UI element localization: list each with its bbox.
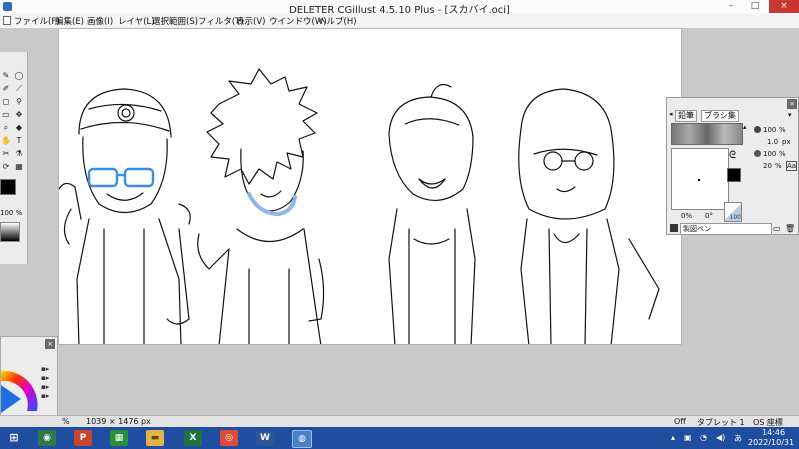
clock-date[interactable]: 2022/10/31 xyxy=(748,438,794,447)
rotate-icon[interactable]: ⟳ xyxy=(0,161,12,173)
ime-indicator[interactable]: あ xyxy=(734,433,742,444)
pressure-curve-icon[interactable]: ᘓ xyxy=(729,150,736,161)
color-panel: × ▪▸ ▪▸ ▪▸ ▪▸ xyxy=(0,336,58,416)
maximize-button[interactable]: □ xyxy=(744,0,766,13)
size-value[interactable]: 1.0 xyxy=(767,138,778,146)
menu-image[interactable]: 画像(I) xyxy=(87,15,113,27)
menu-layer[interactable]: レイヤ(L) xyxy=(118,15,155,27)
menu-selection[interactable]: 選択範囲(S) xyxy=(152,15,198,27)
text-tool-icon[interactable]: T xyxy=(13,135,25,147)
fill-icon[interactable]: ◆ xyxy=(13,122,25,134)
tab-arrow-icon[interactable]: ◂ xyxy=(669,110,673,118)
preview-value: 100 xyxy=(729,214,741,221)
opacity-icon xyxy=(754,126,761,133)
color-wheel[interactable] xyxy=(1,365,39,415)
eraser-icon[interactable]: ◻ xyxy=(0,96,12,108)
density-unit: % xyxy=(775,162,782,170)
drawing-canvas[interactable] xyxy=(58,28,682,345)
antialias-icon[interactable]: Aa xyxy=(786,161,798,171)
doc-icon xyxy=(3,16,11,25)
opacity-unit-2: % xyxy=(779,150,786,158)
zoom-icon[interactable]: ⌕ xyxy=(0,122,12,134)
opacity-icon-2 xyxy=(754,150,761,157)
hand-icon[interactable]: ✋ xyxy=(0,135,12,147)
excel-icon[interactable]: X xyxy=(184,430,202,446)
zoom-percent: % xyxy=(62,417,70,426)
foreground-color[interactable] xyxy=(0,179,16,195)
canvas-size: 1039 × 1476 px xyxy=(86,417,151,426)
opacity-unit-1: % xyxy=(779,126,786,134)
powerpoint-icon[interactable]: P xyxy=(74,430,92,446)
wifi-icon[interactable]: ◔ xyxy=(700,433,707,442)
store-icon[interactable]: ▦ xyxy=(110,430,128,446)
tab-pencil[interactable]: 鉛筆 xyxy=(675,110,697,122)
brush-panel: × ◂ 鉛筆 ブラシ集 ▾ ▴ 100 % 1.0 px ᘓ 100 % 20 … xyxy=(666,97,799,235)
cut-icon[interactable]: ✂ xyxy=(0,148,12,160)
eyedrop-icon[interactable]: ⚗ xyxy=(13,148,25,160)
opacity-value-1[interactable]: 100 xyxy=(763,126,776,134)
pencil-icon[interactable]: ✐ xyxy=(0,83,12,95)
brush-color-swatch[interactable] xyxy=(727,168,741,182)
opacity-readout: 100 % xyxy=(0,209,23,217)
word-icon[interactable]: W xyxy=(256,430,274,446)
browser-icon[interactable]: ◉ xyxy=(38,430,56,446)
menu-edit[interactable]: 編集(E) xyxy=(55,15,84,27)
panel-menu-icon[interactable]: ▾ xyxy=(788,111,792,119)
angle-left: 0% xyxy=(681,212,693,220)
folder-icon[interactable]: ▬ xyxy=(146,430,164,446)
tray-expand-icon[interactable]: ▴ xyxy=(671,433,675,442)
size-unit: px xyxy=(782,138,791,146)
menu-view[interactable]: 表示(V) xyxy=(236,15,265,27)
opacity-value-2[interactable]: 100 xyxy=(763,150,776,158)
clock-time[interactable]: 14:46 xyxy=(762,428,785,437)
move-icon[interactable]: ✥ xyxy=(13,109,25,121)
delete-preset-icon[interactable]: 🗑 xyxy=(785,224,795,233)
chrome-icon[interactable]: ◎ xyxy=(220,430,238,446)
menu-bar: ファイル(F) 編集(E) 画像(I) レイヤ(L) 選択範囲(S) フィルタ(… xyxy=(0,14,799,29)
brush-panel-close-button[interactable]: × xyxy=(787,99,797,109)
lasso-icon[interactable]: ◯ xyxy=(13,70,25,82)
color-mode-icons[interactable]: ▪▸ ▪▸ ▪▸ ▪▸ xyxy=(41,365,53,405)
menu-help[interactable]: ヘルプ(H) xyxy=(318,15,357,27)
title-bar: DELETER CGillust 4.5.10 Plus - [スカバイ.oci… xyxy=(0,0,799,16)
density-value[interactable]: 20 xyxy=(763,162,772,170)
taskbar: ⊞ ◉ P ▦ ▬ X ◎ W ◍ ▴ ▣ ◔ ◀) あ 14:46 2022/… xyxy=(0,427,799,449)
cgillust-icon[interactable]: ◍ xyxy=(292,430,312,448)
menu-file[interactable]: ファイル(F) xyxy=(14,15,60,27)
angle-right: 0° xyxy=(705,212,713,220)
windows-start-icon[interactable]: ⊞ xyxy=(5,430,23,446)
network-icon[interactable]: ▣ xyxy=(684,433,692,442)
tab-brush-collection[interactable]: ブラシ集 xyxy=(701,110,739,122)
new-preset-icon[interactable]: ▭ xyxy=(773,224,781,233)
brush-icon[interactable]: ⟋ xyxy=(13,83,25,95)
brush-dot xyxy=(698,179,700,181)
brush-preview-strip[interactable] xyxy=(671,123,743,145)
color-sample-icon[interactable]: ▦ xyxy=(13,161,25,173)
volume-icon[interactable]: ◀) xyxy=(716,433,725,442)
dropper-icon[interactable]: ⚲ xyxy=(13,96,25,108)
select-icon[interactable]: ▭ xyxy=(0,109,12,121)
minimize-button[interactable]: – xyxy=(720,0,742,13)
gradient-swatch[interactable] xyxy=(0,222,20,242)
tool-panel: ✎ ◯ ✐ ⟋ ◻ ⚲ ▭ ✥ ⌕ ◆ ✋ T ✂ ⚗ ⟳ ▦ 100 % xyxy=(0,52,28,264)
line-art xyxy=(59,68,660,344)
pen-tool-icon[interactable]: ✎ xyxy=(0,70,12,82)
brush-stroke-preview[interactable] xyxy=(671,148,729,210)
brush-tip-preview[interactable]: 100 xyxy=(724,202,742,222)
preset-icon xyxy=(670,224,678,232)
color-panel-close-button[interactable]: × xyxy=(45,339,55,349)
status-off: Off xyxy=(674,417,686,426)
close-button[interactable]: × xyxy=(769,0,799,13)
preset-name[interactable]: 製図ペン xyxy=(680,223,772,235)
scroll-up-icon[interactable]: ▴ xyxy=(743,123,747,131)
